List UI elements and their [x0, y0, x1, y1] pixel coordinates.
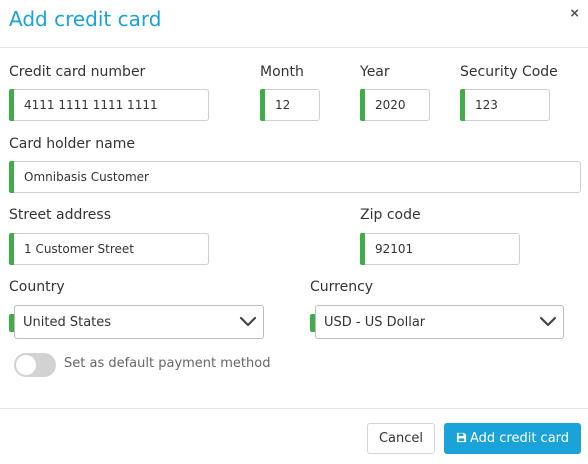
security-code-input[interactable]: 123	[460, 89, 550, 121]
security-code-value: 123	[475, 98, 498, 112]
add-credit-card-label: Add credit card	[469, 431, 570, 446]
dialog-title: Add credit card	[9, 7, 162, 31]
month-input[interactable]: 12	[260, 89, 320, 121]
year-value: 2020	[375, 98, 406, 112]
card-holder-input[interactable]: Omnibasis Customer	[9, 161, 581, 193]
default-payment-toggle[interactable]	[14, 353, 56, 377]
security-code-label: Security Code	[460, 64, 558, 80]
country-select[interactable]: United States	[9, 305, 264, 339]
close-icon[interactable]: ×	[570, 6, 579, 22]
currency-select[interactable]: USD - US Dollar	[310, 305, 564, 339]
floppy-disk-icon	[456, 432, 467, 443]
default-payment-label: Set as default payment method	[64, 356, 271, 371]
currency-label: Currency	[310, 279, 374, 295]
card-holder-label: Card holder name	[9, 136, 135, 152]
country-label: Country	[9, 279, 65, 295]
add-credit-card-button[interactable]: Add credit card	[444, 423, 581, 454]
footer-divider	[0, 408, 588, 409]
month-label: Month	[260, 64, 304, 80]
cancel-button[interactable]: Cancel	[367, 423, 435, 454]
chevron-down-icon	[239, 316, 257, 327]
currency-value: USD - US Dollar	[324, 315, 426, 330]
year-input[interactable]: 2020	[360, 89, 430, 121]
country-value: United States	[23, 315, 112, 330]
zip-code-value: 92101	[375, 242, 414, 256]
toggle-knob	[16, 355, 36, 375]
zip-code-input[interactable]: 92101	[360, 233, 520, 265]
street-address-label: Street address	[9, 207, 111, 223]
street-address-value: 1 Customer Street	[24, 242, 135, 256]
card-holder-value: Omnibasis Customer	[24, 170, 149, 184]
dialog-header: Add credit card ×	[0, 0, 588, 48]
year-label: Year	[360, 64, 390, 80]
chevron-down-icon	[539, 316, 557, 327]
month-value: 12	[275, 98, 291, 112]
street-address-input[interactable]: 1 Customer Street	[9, 233, 209, 265]
card-number-label: Credit card number	[9, 64, 146, 80]
card-number-value: 4111 1111 1111 1111	[24, 98, 158, 112]
card-number-input[interactable]: 4111 1111 1111 1111	[9, 89, 209, 121]
zip-code-label: Zip code	[360, 207, 421, 223]
